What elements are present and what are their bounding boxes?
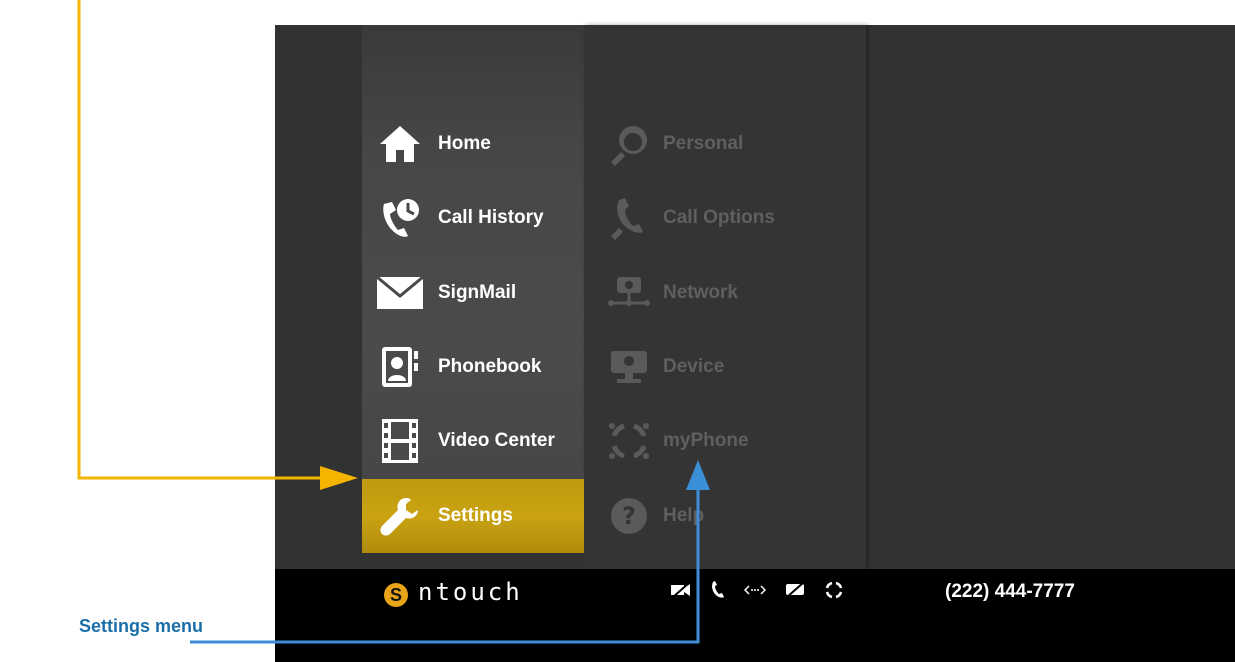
annotation-arrows <box>77 0 710 644</box>
callout-label: Settings menu <box>79 616 204 636</box>
